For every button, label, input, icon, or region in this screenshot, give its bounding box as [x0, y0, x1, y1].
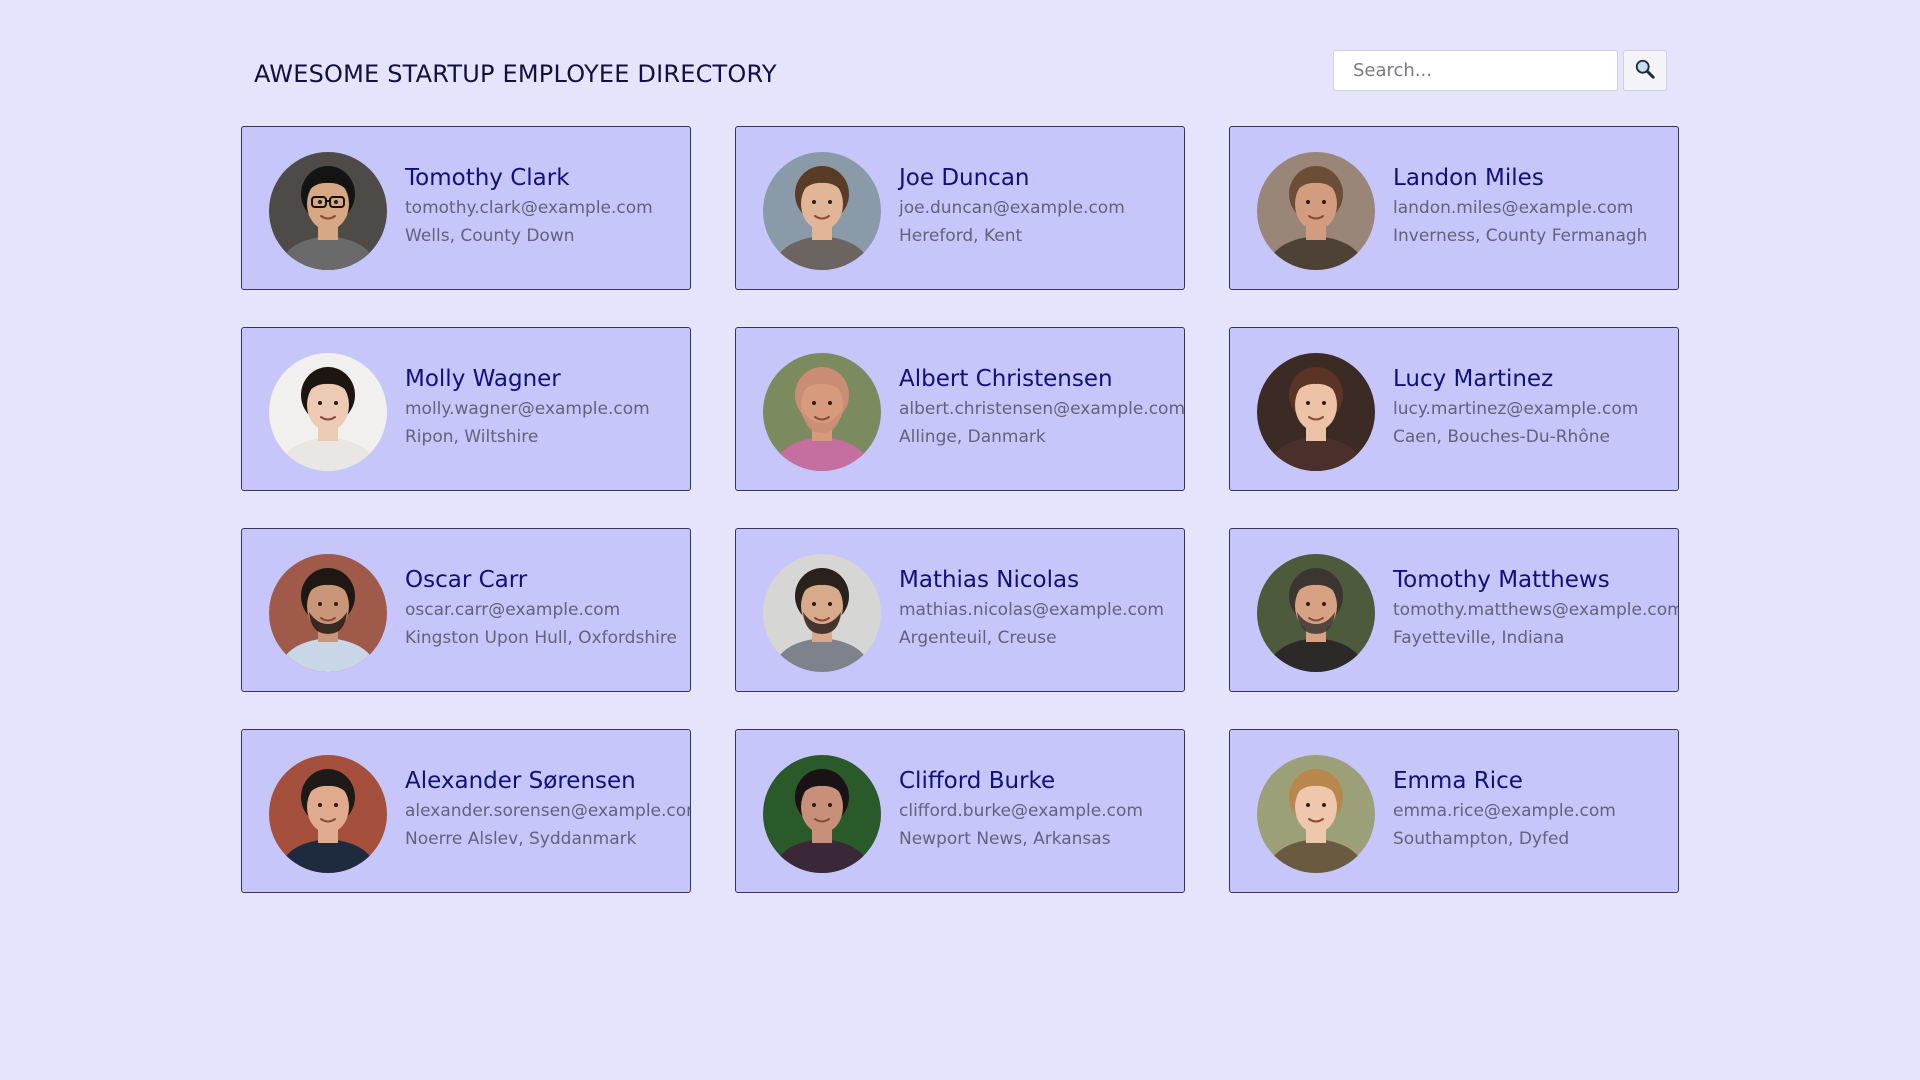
- employee-info: Oscar Carr oscar.carr@example.com Kingston…: [405, 566, 677, 649]
- employee-location: Caen, Bouches-Du-Rhône: [1393, 427, 1610, 447]
- employee-email: albert.christensen@example.com: [899, 399, 1185, 419]
- employee-email: landon.miles@example.com: [1393, 198, 1634, 218]
- employee-card[interactable]: Emma Rice emma.rice@example.com Southampto…: [1229, 729, 1679, 893]
- employee-location: Inverness, County Fermanagh: [1393, 226, 1648, 246]
- employee-name: Tomothy Matthews: [1393, 567, 1610, 593]
- avatar: [763, 755, 881, 873]
- employee-email: lucy.martinez@example.com: [1393, 399, 1639, 419]
- avatar: [269, 353, 387, 471]
- employee-card[interactable]: Oscar Carr oscar.carr@example.com Kingston…: [241, 528, 691, 692]
- employee-info: Alexander Sørensen alexander.sorensen@exa…: [405, 767, 691, 850]
- employee-info: Albert Christensen albert.christensen@exa…: [899, 365, 1185, 448]
- employee-email: oscar.carr@example.com: [405, 600, 621, 620]
- avatar: [763, 152, 881, 270]
- employee-card[interactable]: Tomothy Matthews tomothy.matthews@example…: [1229, 528, 1679, 692]
- employee-card[interactable]: Alexander Sørensen alexander.sorensen@exa…: [241, 729, 691, 893]
- employee-name: Clifford Burke: [899, 768, 1056, 794]
- employee-email: joe.duncan@example.com: [899, 198, 1125, 218]
- search-form: [1333, 50, 1667, 91]
- avatar: [1257, 353, 1375, 471]
- employee-info: Tomothy Clark tomothy.clark@example.com We…: [405, 164, 653, 247]
- employee-name: Molly Wagner: [405, 366, 561, 392]
- employee-name: Oscar Carr: [405, 567, 528, 593]
- employee-name: Landon Miles: [1393, 165, 1544, 191]
- employee-grid: Tomothy Clark tomothy.clark@example.com We…: [241, 126, 1679, 893]
- employee-location: Southampton, Dyfed: [1393, 829, 1570, 849]
- employee-location: Argenteuil, Creuse: [899, 628, 1057, 648]
- employee-info: Joe Duncan joe.duncan@example.com Hereford…: [899, 164, 1125, 247]
- employee-email: tomothy.clark@example.com: [405, 198, 653, 218]
- employee-name: Mathias Nicolas: [899, 567, 1080, 593]
- avatar: [1257, 554, 1375, 672]
- employee-info: Lucy Martinez lucy.martinez@example.com Ca…: [1393, 365, 1638, 448]
- employee-email: emma.rice@example.com: [1393, 801, 1616, 821]
- employee-name: Albert Christensen: [899, 366, 1113, 392]
- page-header: AWESOME STARTUP EMPLOYEE DIRECTORY: [241, 50, 1667, 94]
- avatar: [763, 353, 881, 471]
- employee-location: Wells, County Down: [405, 226, 575, 246]
- employee-name: Tomothy Clark: [405, 165, 570, 191]
- avatar: [269, 152, 387, 270]
- employee-location: Allinge, Danmark: [899, 427, 1046, 447]
- employee-card[interactable]: Joe Duncan joe.duncan@example.com Hereford…: [735, 126, 1185, 290]
- avatar: [763, 554, 881, 672]
- employee-card[interactable]: Mathias Nicolas mathias.nicolas@example.c…: [735, 528, 1185, 692]
- employee-card[interactable]: Tomothy Clark tomothy.clark@example.com We…: [241, 126, 691, 290]
- page-title: AWESOME STARTUP EMPLOYEE DIRECTORY: [254, 60, 777, 88]
- employee-name: Emma Rice: [1393, 768, 1523, 794]
- employee-info: Molly Wagner molly.wagner@example.com Ripo…: [405, 365, 650, 448]
- employee-name: Alexander Sørensen: [405, 768, 636, 794]
- employee-location: Newport News, Arkansas: [899, 829, 1111, 849]
- avatar: [1257, 755, 1375, 873]
- employee-card[interactable]: Landon Miles landon.miles@example.com Inve…: [1229, 126, 1679, 290]
- employee-info: Mathias Nicolas mathias.nicolas@example.c…: [899, 566, 1164, 649]
- employee-email: molly.wagner@example.com: [405, 399, 650, 419]
- search-input[interactable]: [1333, 50, 1618, 91]
- employee-card[interactable]: Lucy Martinez lucy.martinez@example.com Ca…: [1229, 327, 1679, 491]
- employee-card[interactable]: Albert Christensen albert.christensen@exa…: [735, 327, 1185, 491]
- employee-name: Lucy Martinez: [1393, 366, 1554, 392]
- employee-location: Noerre Alslev, Syddanmark: [405, 829, 637, 849]
- employee-info: Emma Rice emma.rice@example.com Southampto…: [1393, 767, 1616, 850]
- avatar: [269, 755, 387, 873]
- employee-info: Landon Miles landon.miles@example.com Inve…: [1393, 164, 1647, 247]
- search-button[interactable]: [1623, 50, 1667, 91]
- avatar: [269, 554, 387, 672]
- avatar: [1257, 152, 1375, 270]
- employee-card[interactable]: Molly Wagner molly.wagner@example.com Ripo…: [241, 327, 691, 491]
- employee-info: Clifford Burke clifford.burke@example.com…: [899, 767, 1143, 850]
- employee-name: Joe Duncan: [899, 165, 1030, 191]
- employee-location: Hereford, Kent: [899, 226, 1023, 246]
- employee-email: clifford.burke@example.com: [899, 801, 1143, 821]
- employee-location: Kingston Upon Hull, Oxfordshire: [405, 628, 677, 648]
- employee-info: Tomothy Matthews tomothy.matthews@example…: [1393, 566, 1679, 649]
- employee-email: tomothy.matthews@example.com: [1393, 600, 1679, 620]
- employee-email: mathias.nicolas@example.com: [899, 600, 1164, 620]
- employee-email: alexander.sorensen@example.com: [405, 801, 691, 821]
- magnifying-glass-icon: [1634, 58, 1656, 84]
- employee-location: Ripon, Wiltshire: [405, 427, 539, 447]
- employee-location: Fayetteville, Indiana: [1393, 628, 1565, 648]
- employee-card[interactable]: Clifford Burke clifford.burke@example.com…: [735, 729, 1185, 893]
